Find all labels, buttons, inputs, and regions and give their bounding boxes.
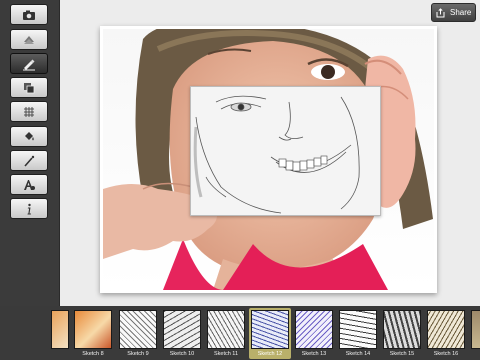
thumb-image	[427, 310, 465, 349]
thumb-partial-left[interactable]	[31, 308, 73, 359]
thumb-sketch-9[interactable]: Sketch 9	[117, 308, 159, 359]
thumb-sketch-16[interactable]: Sketch 16	[425, 308, 467, 359]
thumb-image	[51, 310, 69, 349]
paint-bucket-button[interactable]	[10, 126, 48, 147]
thumb-sketch-12[interactable]: Sketch 12	[249, 308, 291, 359]
thumb-image	[295, 310, 333, 349]
sketch-drawing	[193, 95, 360, 214]
effects-filmstrip: Sketch 8 Sketch 9 Sketch 10 Sketch 11 Sk…	[0, 306, 480, 360]
magic-wand-button[interactable]	[10, 150, 48, 171]
magic-wand-icon	[24, 155, 35, 167]
thumb-image	[251, 310, 289, 349]
share-label: Share	[450, 8, 472, 17]
text-effects-icon	[24, 179, 35, 190]
tool-sidebar	[0, 0, 60, 306]
sketch-effect-button[interactable]	[10, 53, 48, 74]
duplicate-button[interactable]	[10, 77, 48, 98]
share-button[interactable]: Share	[431, 3, 476, 22]
info-button[interactable]	[10, 198, 48, 219]
thumb-sketch-8[interactable]: Sketch 8	[72, 308, 114, 359]
grid-icon	[24, 106, 34, 117]
info-icon	[27, 203, 31, 214]
layers-button[interactable]	[10, 29, 48, 50]
camera-button[interactable]	[10, 4, 48, 25]
thumb-image	[207, 310, 245, 349]
layers-icon	[24, 35, 34, 44]
share-icon	[436, 7, 445, 17]
thumb-image	[471, 310, 480, 349]
duplicate-icon	[24, 82, 35, 93]
thumb-image	[119, 310, 157, 349]
camera-icon	[23, 10, 35, 20]
sketch-preview-card[interactable]	[190, 86, 381, 216]
thumb-sketch-15[interactable]: Sketch 15	[381, 308, 423, 359]
thumb-image	[163, 310, 201, 349]
thumb-image	[74, 310, 112, 349]
thumb-sketch-11[interactable]: Sketch 11	[205, 308, 247, 359]
grid-button[interactable]	[10, 101, 48, 122]
thumb-sketch-13[interactable]: Sketch 13	[293, 308, 335, 359]
thumb-partial-right[interactable]	[469, 308, 480, 359]
thumb-image	[383, 310, 421, 349]
paint-bucket-icon	[25, 131, 34, 140]
thumb-image	[339, 310, 377, 349]
sketch-effect-icon	[23, 59, 35, 70]
thumb-sketch-14[interactable]: Sketch 14	[337, 308, 379, 359]
thumb-sketch-10[interactable]: Sketch 10	[161, 308, 203, 359]
text-effects-button[interactable]	[10, 174, 48, 195]
